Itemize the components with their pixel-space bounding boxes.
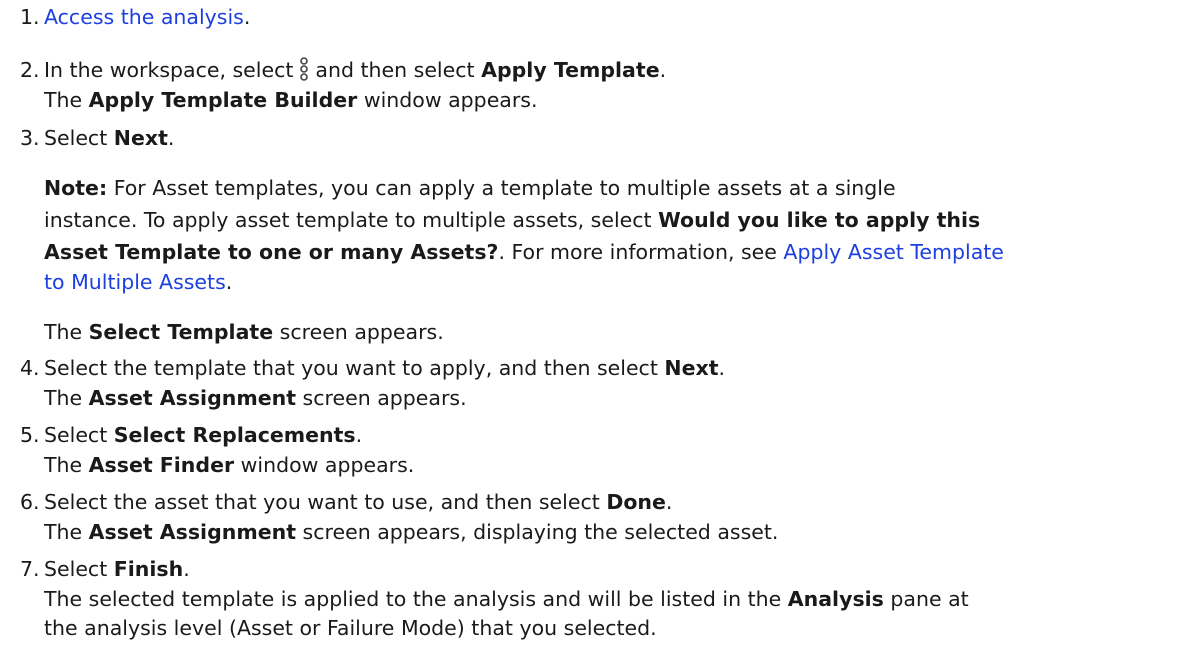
step-1: Access the analysis. (44, 5, 251, 29)
step-4-result: The Asset Assignment screen appears. (44, 386, 467, 410)
note-line-1: Note: For Asset templates, you can apply… (44, 176, 896, 200)
step-2-result: The Apply Template Builder window appear… (44, 88, 538, 112)
apply-asset-template-link[interactable]: Apply Asset Template (783, 240, 1004, 264)
step-4: Select the template that you want to app… (44, 356, 726, 380)
kebab-menu-icon (299, 57, 309, 88)
step-2: In the workspace, select and then select … (44, 56, 666, 88)
note-label: Note: (44, 176, 108, 200)
step-3: Select Next. (44, 126, 175, 150)
note-line-2: instance. To apply asset template to mul… (44, 208, 981, 232)
step-number: 7. (20, 557, 40, 581)
note-line-4: to Multiple Assets. (44, 270, 233, 294)
step-5: Select Select Replacements. (44, 423, 363, 447)
step-6: Select the asset that you want to use, a… (44, 490, 673, 514)
step-number: 1. (20, 5, 40, 29)
apply-asset-template-link-cont[interactable]: to Multiple Assets (44, 270, 226, 294)
step-6-result: The Asset Assignment screen appears, dis… (44, 520, 779, 544)
step-3-result: The Select Template screen appears. (44, 320, 444, 344)
step-7-result-line-1: The selected template is applied to the … (44, 587, 969, 611)
procedure-steps: 1. Access the analysis. 2. In the worksp… (0, 0, 1190, 646)
step-number: 5. (20, 423, 40, 447)
step-number: 2. (20, 58, 40, 82)
note-line-3: Asset Template to one or many Assets?. F… (44, 240, 1004, 264)
step-number: 6. (20, 490, 40, 514)
step-number: 3. (20, 126, 40, 150)
step-7-result-line-2: the analysis level (Asset or Failure Mod… (44, 616, 657, 640)
step-7: Select Finish. (44, 557, 190, 581)
access-analysis-link[interactable]: Access the analysis (44, 5, 244, 29)
step-5-result: The Asset Finder window appears. (44, 453, 415, 477)
step-number: 4. (20, 356, 40, 380)
